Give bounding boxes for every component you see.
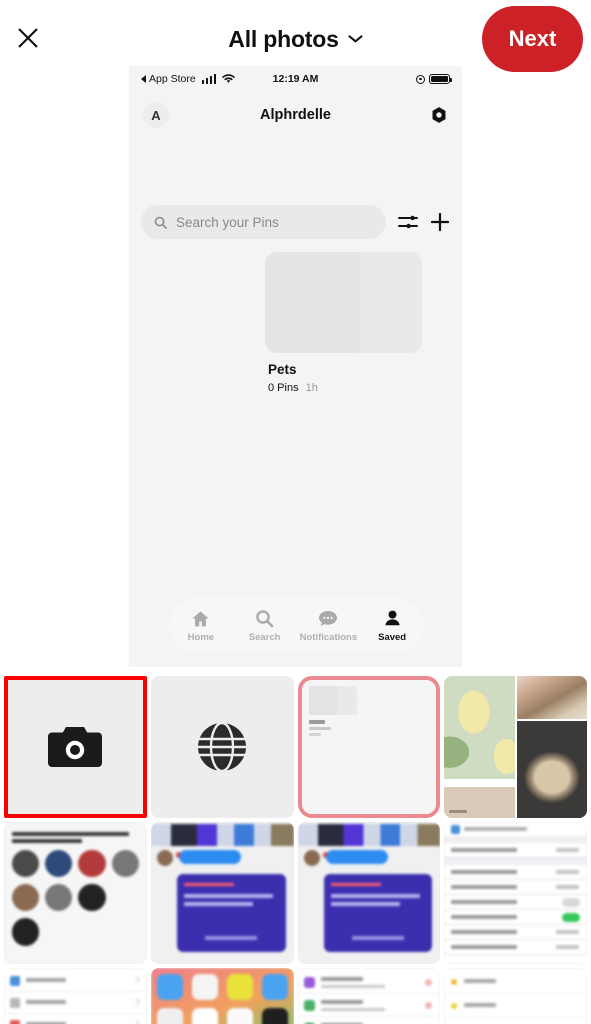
list-screenshot — [297, 968, 441, 1024]
search-placeholder: Search your Pins — [176, 214, 279, 230]
grid-cell-list[interactable] — [297, 968, 441, 1024]
gear-hex-icon[interactable] — [430, 106, 448, 124]
ios-status-bar: App Store 12:19 AM — [129, 66, 462, 92]
home-screen-screenshot — [150, 968, 294, 1024]
grid-cell-settings[interactable] — [444, 822, 587, 964]
nav-label-search: Search — [248, 631, 281, 643]
chevron-down-icon — [348, 35, 363, 43]
plus-icon — [430, 212, 450, 232]
grid-cell-mail-settings[interactable] — [4, 968, 147, 1024]
nav-label-saved: Saved — [378, 631, 407, 643]
folder-list-screenshot — [444, 968, 587, 1024]
camera-icon — [48, 727, 103, 767]
mail-settings-screenshot — [4, 968, 147, 1024]
nav-item-home[interactable]: Home — [172, 609, 230, 643]
photo-picker-screen: All photos Next App Store 12:19 AM A Alp… — [0, 0, 591, 1024]
tan-card-image — [444, 780, 515, 818]
status-right — [416, 73, 452, 85]
message-screenshot — [297, 822, 441, 964]
photo-preview[interactable]: App Store 12:19 AM A Alphrdelle Search y… — [129, 66, 462, 667]
grid-cell-folder-list[interactable] — [444, 968, 587, 1024]
profile-username: Alphrdelle — [260, 107, 331, 123]
board-thumbnail[interactable] — [265, 252, 422, 353]
add-button[interactable] — [430, 212, 450, 232]
mini-board-preview — [301, 680, 437, 814]
nav-item-search[interactable]: Search — [236, 609, 294, 643]
message-screenshot — [150, 822, 294, 964]
contacts-screenshot — [4, 822, 147, 964]
search-icon — [154, 216, 167, 229]
avocado-image — [444, 676, 515, 779]
grid-cell-home-screen[interactable] — [150, 968, 294, 1024]
app-bottom-nav: Home Search Notifications Saved — [169, 598, 424, 653]
sliders-filter-icon — [398, 215, 418, 229]
filter-button[interactable] — [398, 213, 418, 231]
board-pin-count: 0 Pins — [268, 382, 299, 394]
pinterest-app-header: A Alphrdelle — [129, 94, 462, 136]
board-meta: 0 Pins 1h — [268, 382, 318, 394]
status-clock: 12:19 AM — [272, 73, 319, 85]
nav-label-home: Home — [187, 631, 215, 643]
top-bar: All photos Next — [0, 0, 591, 76]
grid-cell-message-2[interactable] — [297, 822, 441, 964]
home-icon — [191, 609, 210, 629]
grid-cell-message[interactable] — [150, 822, 294, 964]
search-row: Search your Pins — [129, 202, 462, 242]
search-input[interactable]: Search your Pins — [141, 205, 386, 239]
search-icon — [255, 609, 274, 629]
cat-image — [516, 720, 587, 818]
nav-item-saved[interactable]: Saved — [363, 609, 421, 643]
page-title: All photos — [228, 25, 339, 52]
grid-cell-contacts[interactable] — [4, 822, 147, 964]
next-button[interactable]: Next — [482, 6, 583, 72]
board-name: Pets — [268, 362, 297, 377]
settings-screenshot — [444, 822, 587, 964]
board-updated: 1h — [305, 382, 318, 394]
chat-bubble-icon — [318, 609, 338, 629]
person-icon — [384, 609, 401, 629]
grid-cell-camera[interactable] — [4, 676, 147, 818]
location-services-icon — [416, 74, 425, 84]
battery-full-icon — [429, 73, 452, 85]
photo-grid[interactable] — [0, 676, 591, 1024]
grid-cell-board-screenshot[interactable] — [297, 676, 441, 818]
food-image — [516, 676, 587, 719]
collage-preview — [444, 676, 587, 818]
grid-cell-web[interactable] — [150, 676, 294, 818]
globe-icon — [198, 721, 247, 773]
nav-label-notifications: Notifications — [299, 631, 358, 643]
nav-item-notifications[interactable]: Notifications — [299, 609, 357, 643]
grid-cell-collage[interactable] — [444, 676, 587, 818]
